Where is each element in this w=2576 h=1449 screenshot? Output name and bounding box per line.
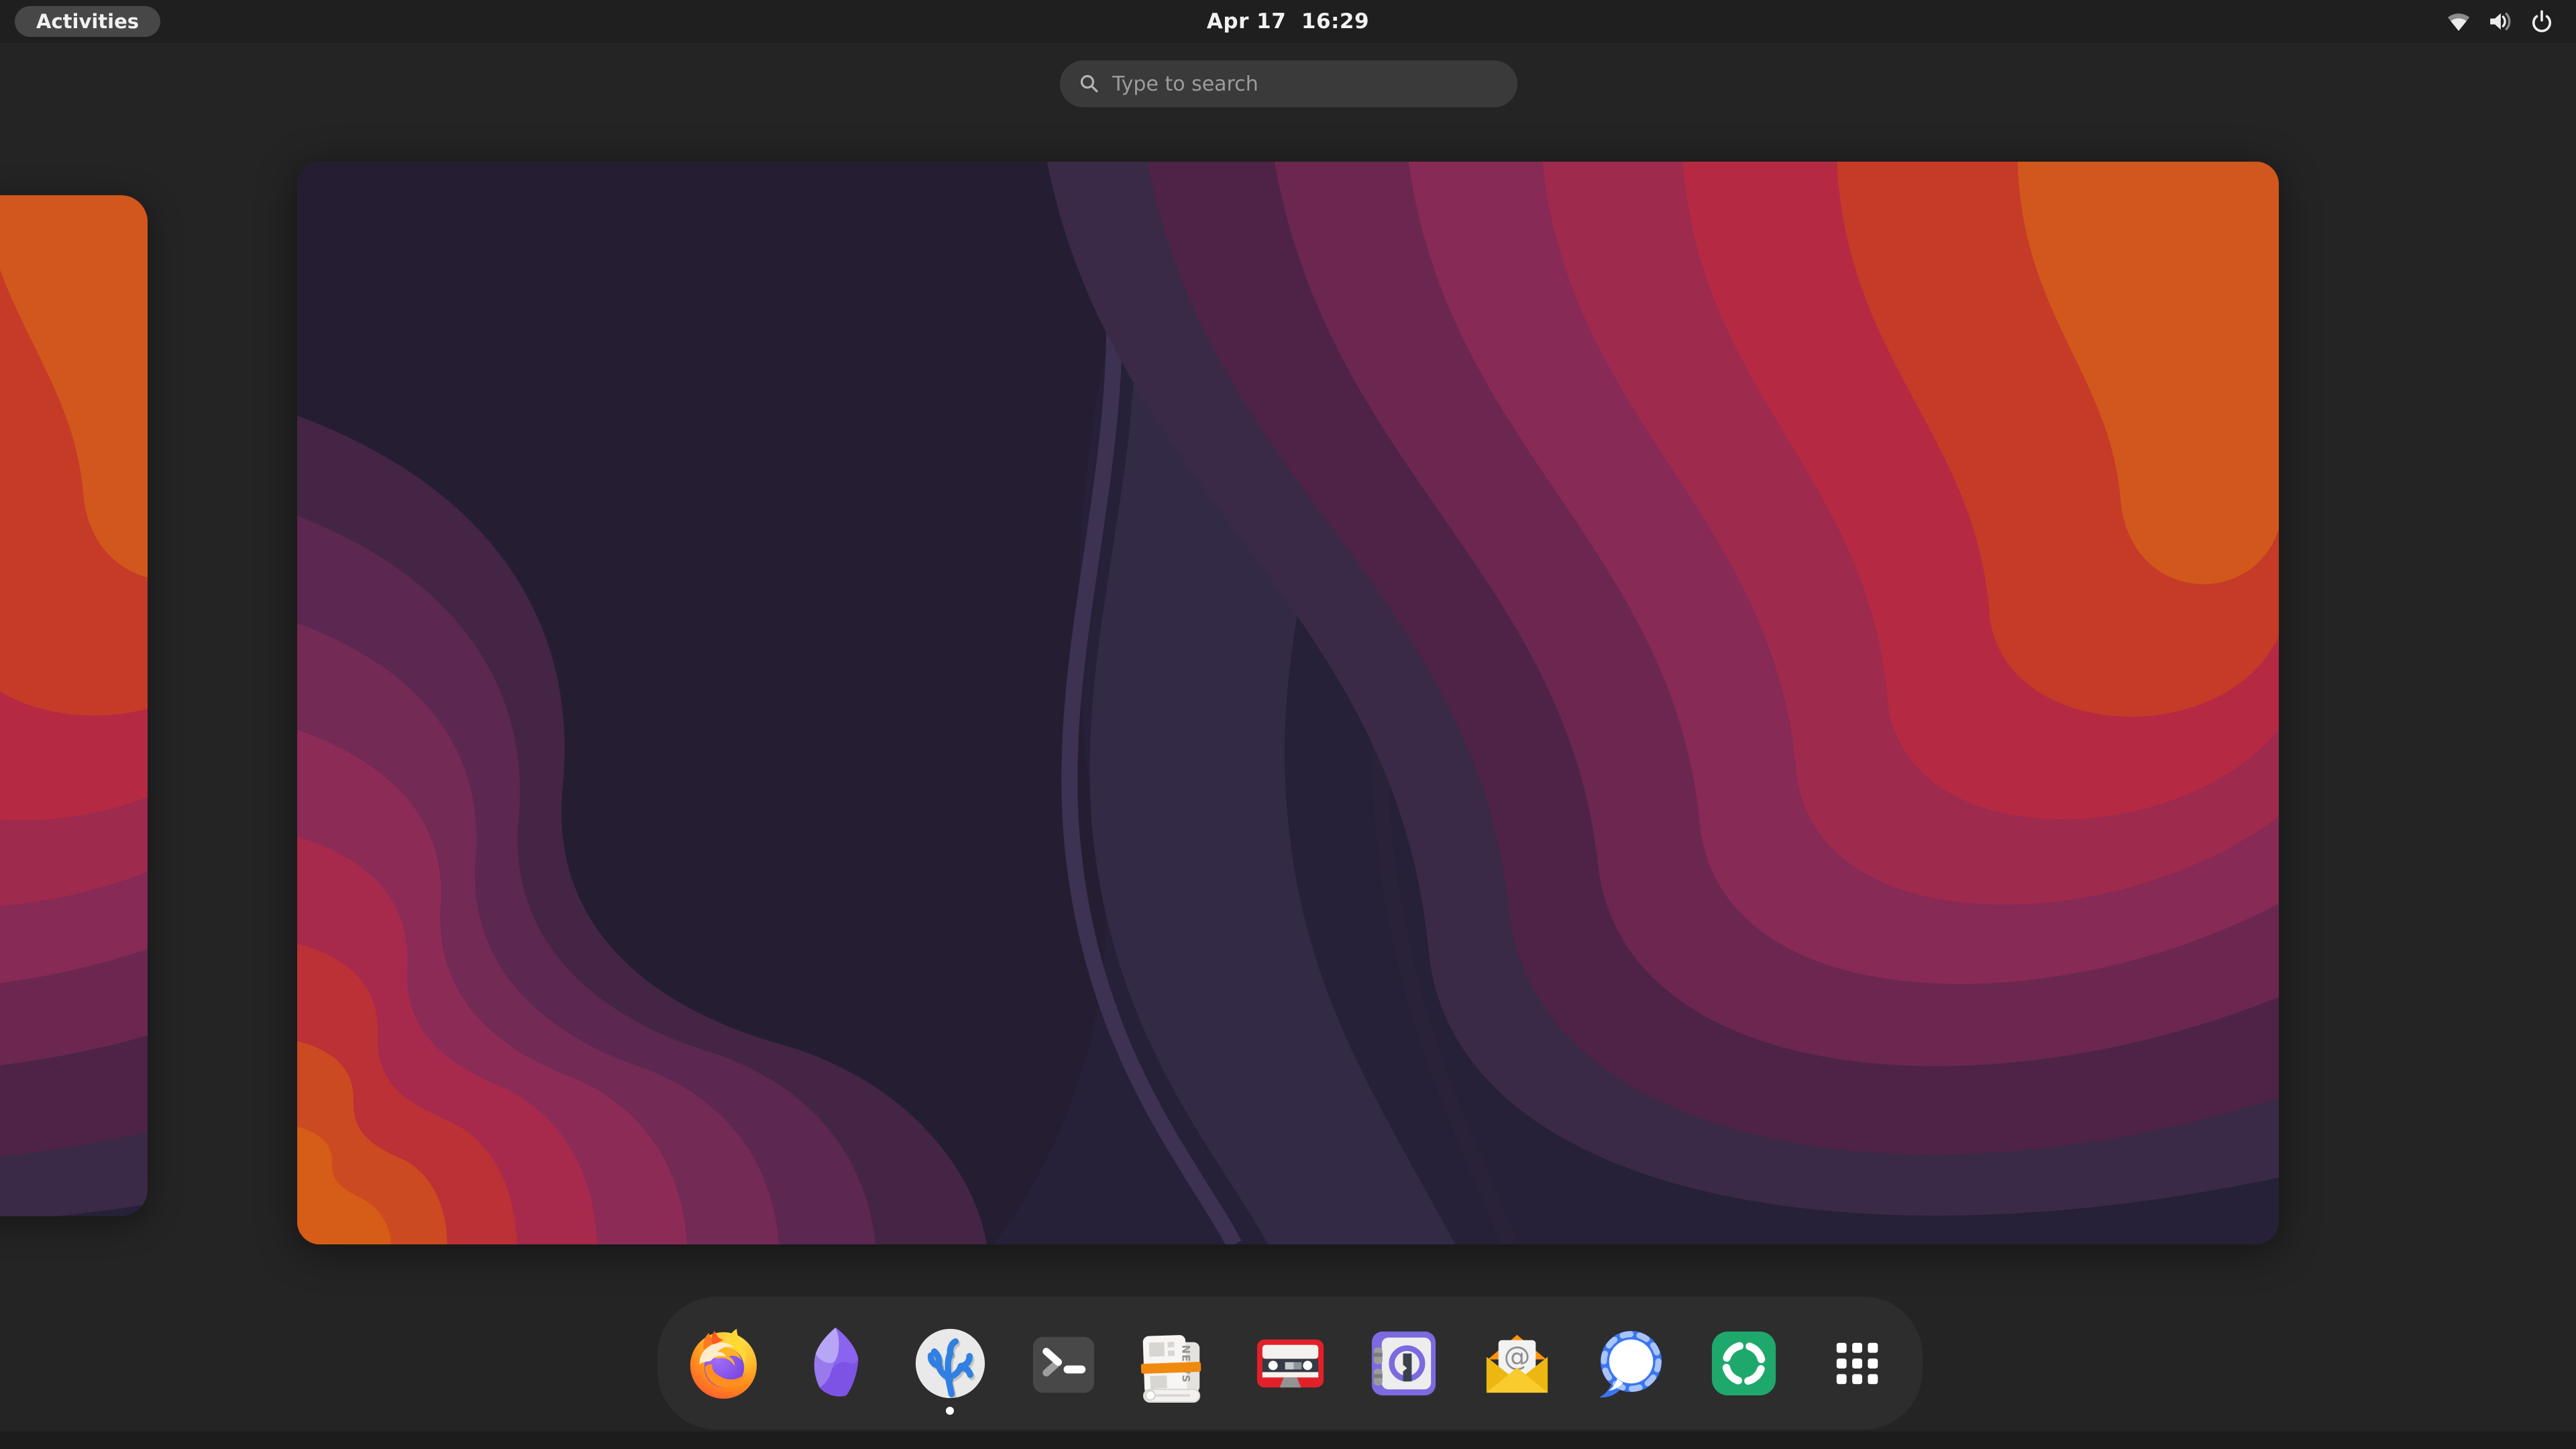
search-bar[interactable] (1060, 60, 1517, 107)
workspace-preview-current[interactable] (297, 162, 2279, 1244)
wallpaper-art (0, 195, 148, 1216)
wifi-icon (2445, 7, 2473, 36)
running-indicator-dot (946, 1407, 954, 1415)
speech-bubble-icon (1591, 1324, 1670, 1403)
dock-item-safe[interactable] (1347, 1297, 1460, 1430)
dock-item-coral[interactable] (894, 1297, 1007, 1430)
dock-item-obsidian[interactable] (780, 1297, 894, 1430)
search-input[interactable] (1112, 72, 1500, 96)
dock-item-firefox[interactable] (667, 1297, 780, 1430)
dock-item-signal[interactable] (1574, 1297, 1687, 1430)
obsidian-gem-icon (797, 1324, 877, 1403)
cassette-tape-icon (1250, 1324, 1330, 1403)
dock-item-news[interactable]: NEWS (1120, 1297, 1234, 1430)
power-icon (2528, 7, 2556, 36)
dock-item-mail[interactable]: @ (1460, 1297, 1574, 1430)
screen-bottom-edge (0, 1432, 2576, 1449)
envelope-at-icon: @ (1477, 1324, 1557, 1403)
workspace-preview-left[interactable] (0, 195, 148, 1216)
dock-item-cassette[interactable] (1234, 1297, 1347, 1430)
system-status-area[interactable] (2445, 0, 2556, 43)
volume-icon (2486, 7, 2514, 36)
dock-item-terminal[interactable] (1007, 1297, 1120, 1430)
app-grid-icon (1817, 1324, 1897, 1403)
circular-arrows-icon (1704, 1324, 1784, 1403)
wallpaper-art (297, 162, 2279, 1244)
gnome-activities-overview: Activities Apr 17 16:29 (0, 0, 2576, 1449)
dock-item-sync[interactable] (1687, 1297, 1801, 1430)
search-icon (1077, 72, 1102, 96)
newspaper-icon: NEWS (1137, 1324, 1217, 1403)
top-bar: Activities Apr 17 16:29 (0, 0, 2576, 43)
clock-menu[interactable]: Apr 17 16:29 (0, 0, 2576, 43)
firefox-icon (684, 1324, 763, 1403)
coral-icon (910, 1324, 990, 1403)
show-apps-button[interactable] (1801, 1297, 1914, 1430)
password-safe-icon (1364, 1324, 1444, 1403)
dash-dock: NEWS (657, 1297, 1923, 1430)
terminal-prompt-icon (1024, 1324, 1104, 1403)
